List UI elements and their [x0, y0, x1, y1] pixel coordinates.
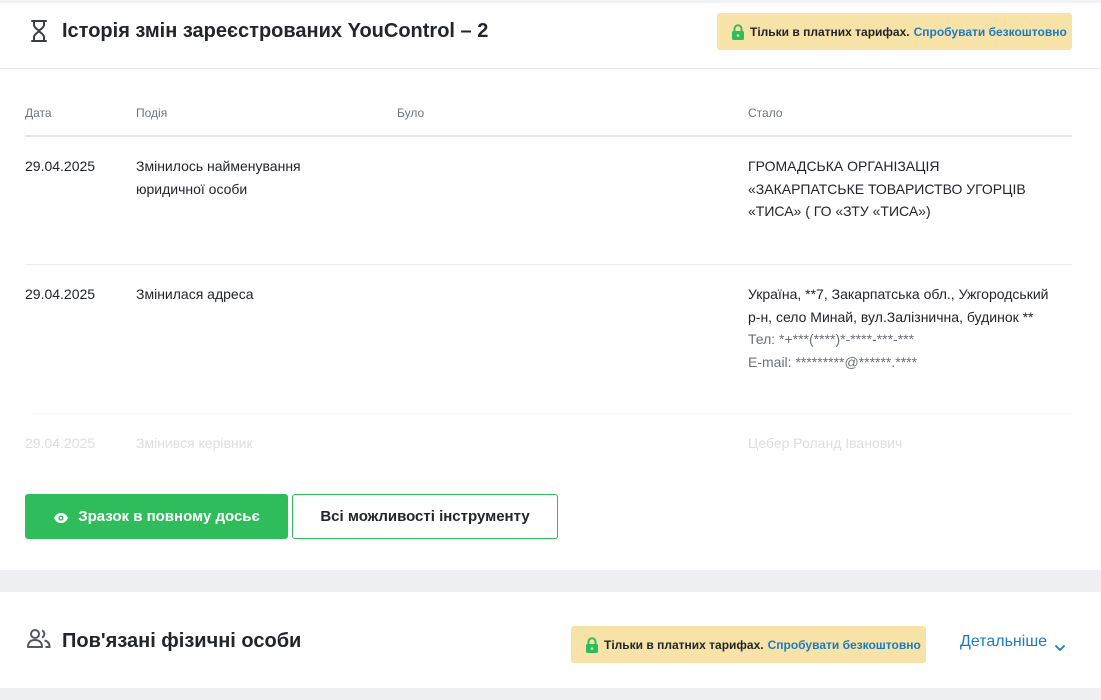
row-became-block: Україна, **7, Закарпатська обл., Ужгород…: [748, 283, 1058, 373]
row-became: Цебер Роланд Іванович: [748, 435, 903, 451]
all-features-button[interactable]: Всі можливості інструменту: [292, 494, 558, 539]
table-row: 29.04.2025 Змінилось найменування юридич…: [25, 137, 1072, 265]
paid-only-text: Тільки в платних тарифах.: [750, 24, 910, 39]
history-header: Історія змін зареєстрованих YouControl –…: [0, 3, 1101, 69]
column-event: Подія: [136, 106, 168, 120]
row-date: 29.04.2025: [25, 158, 96, 174]
people-icon: [27, 628, 51, 648]
history-table: Дата Подія Було Стало 29.04.2025 Змінило…: [25, 99, 1072, 464]
table-header: Дата Подія Було Стало: [25, 99, 1072, 137]
row-event: Змінилася адреса: [136, 286, 254, 302]
column-date: Дата: [25, 106, 52, 120]
hourglass-icon: [28, 19, 50, 43]
row-date: 29.04.2025: [25, 286, 96, 302]
sample-dossier-button[interactable]: Зразок в повному досьє: [25, 494, 288, 539]
row-event: Змінився керівник: [136, 435, 253, 451]
row-event: Змінилось найменування юридичної особи: [136, 158, 301, 197]
column-became: Стало: [748, 106, 783, 120]
table-row: 29.04.2025 Змінилася адреса Україна, **7…: [25, 265, 1072, 414]
lock-icon: [585, 636, 599, 653]
row-became: Україна, **7, Закарпатська обл., Ужгород…: [748, 286, 1049, 325]
lock-icon: [731, 23, 745, 40]
page-title: Історія змін зареєстрованих YouControl –…: [62, 20, 489, 42]
details-label: Детальніше: [960, 633, 1048, 650]
paid-only-text: Тільки в платних тарифах.: [604, 637, 764, 652]
row-date: 29.04.2025: [25, 435, 96, 451]
chevron-down-icon: [1055, 639, 1065, 651]
eye-icon: [53, 511, 69, 523]
related-persons-card: Пов'язані фізичні особи Тільки в платних…: [0, 592, 1101, 688]
try-free-link[interactable]: Спробувати безкоштовно: [768, 638, 921, 652]
row-phone: Тел: *+***(****)*-****-***-***: [748, 331, 915, 347]
history-card: Історія змін зареєстрованих YouControl –…: [0, 0, 1101, 570]
row-email: E-mail: *********@******.****: [748, 353, 918, 370]
section-title: Пов'язані фізичні особи: [62, 630, 302, 652]
paid-only-badge: Тільки в платних тарифах. Спробувати без…: [717, 13, 1072, 50]
try-free-link[interactable]: Спробувати безкоштовно: [914, 25, 1067, 39]
paid-only-badge: Тільки в платних тарифах. Спробувати без…: [571, 626, 926, 663]
sample-dossier-label: Зразок в повному досьє: [78, 508, 260, 525]
details-link[interactable]: Детальніше: [960, 633, 1065, 651]
row-became: ГРОМАДСЬКА ОРГАНІЗАЦІЯ «ЗАКАРПАТСЬКЕ ТОВ…: [748, 158, 1026, 219]
table-row: 29.04.2025 Змінився керівник Цебер Ролан…: [25, 414, 1072, 464]
column-was: Було: [397, 106, 425, 120]
